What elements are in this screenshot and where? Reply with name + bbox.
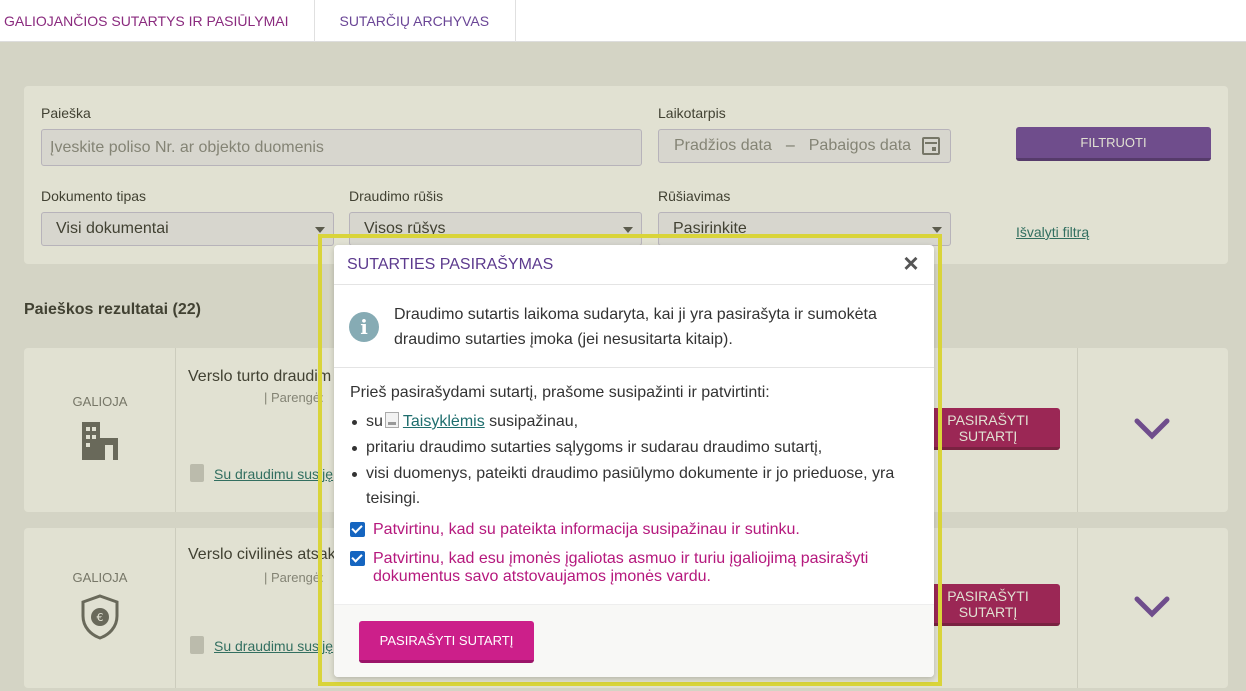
info-icon: i: [349, 312, 379, 342]
confirm-info-checkbox-row[interactable]: Patvirtinu, kad su pateikta informacija …: [350, 521, 913, 539]
info-text: Draudimo sutartis laikoma sudaryta, kai …: [394, 306, 877, 348]
bullet2-text: pritariu draudimo sutarties sąlygoms ir …: [366, 439, 823, 456]
modal-footer: PASIRAŠYTI SUTARTĮ: [334, 604, 934, 677]
bullet1-suffix: susipažinau,: [489, 413, 579, 430]
close-icon[interactable]: ×: [900, 250, 922, 276]
consent-list: su Taisyklėmis susipažinau, pritariu drau…: [350, 409, 910, 512]
modal-sign-button[interactable]: PASIRAŠYTI SUTARTĮ: [359, 621, 534, 663]
bullet3-text: visi duomenys, pateikti draudimo pasiūly…: [366, 465, 895, 507]
confirm-authority-checkbox-row[interactable]: Patvirtinu, kad esu įmonės įgaliotas asm…: [350, 550, 913, 586]
sign-contract-modal: SUTARTIES PASIRAŠYMAS × i Draudimo sutar…: [334, 245, 934, 677]
modal-header: SUTARTIES PASIRAŠYMAS ×: [334, 245, 934, 285]
consent-intro: Prieš pasirašydami sutartį, prašome susi…: [350, 384, 770, 401]
list-item: pritariu draudimo sutarties sąlygoms ir …: [350, 435, 910, 460]
tab-active-contracts[interactable]: GALIOJANČIOS SUTARTYS IR PASIŪLYMAI: [0, 0, 316, 42]
bullet1-prefix: su: [366, 413, 383, 430]
rules-link[interactable]: Taisyklėmis: [403, 413, 485, 430]
tab-label: SUTARČIŲ ARCHYVAS: [339, 13, 490, 29]
confirm-info-checkbox[interactable]: [350, 522, 365, 537]
pdf-icon: [384, 412, 399, 428]
top-tabs: GALIOJANČIOS SUTARTYS IR PASIŪLYMAI SUTA…: [0, 0, 1246, 42]
list-item: su Taisyklėmis susipažinau,: [350, 409, 910, 434]
modal-title: SUTARTIES PASIRAŠYMAS: [347, 256, 554, 273]
list-item: visi duomenys, pateikti draudimo pasiūly…: [350, 461, 910, 511]
tab-contract-archive[interactable]: SUTARČIŲ ARCHYVAS: [315, 0, 517, 42]
confirm-authority-label[interactable]: Patvirtinu, kad esu įmonės įgaliotas asm…: [373, 550, 913, 586]
confirm-authority-checkbox[interactable]: [350, 551, 365, 566]
tab-label: GALIOJANČIOS SUTARTYS IR PASIŪLYMAI: [4, 13, 289, 29]
confirm-info-label[interactable]: Patvirtinu, kad su pateikta informacija …: [373, 521, 913, 539]
info-row: i Draudimo sutartis laikoma sudaryta, ka…: [334, 285, 934, 368]
